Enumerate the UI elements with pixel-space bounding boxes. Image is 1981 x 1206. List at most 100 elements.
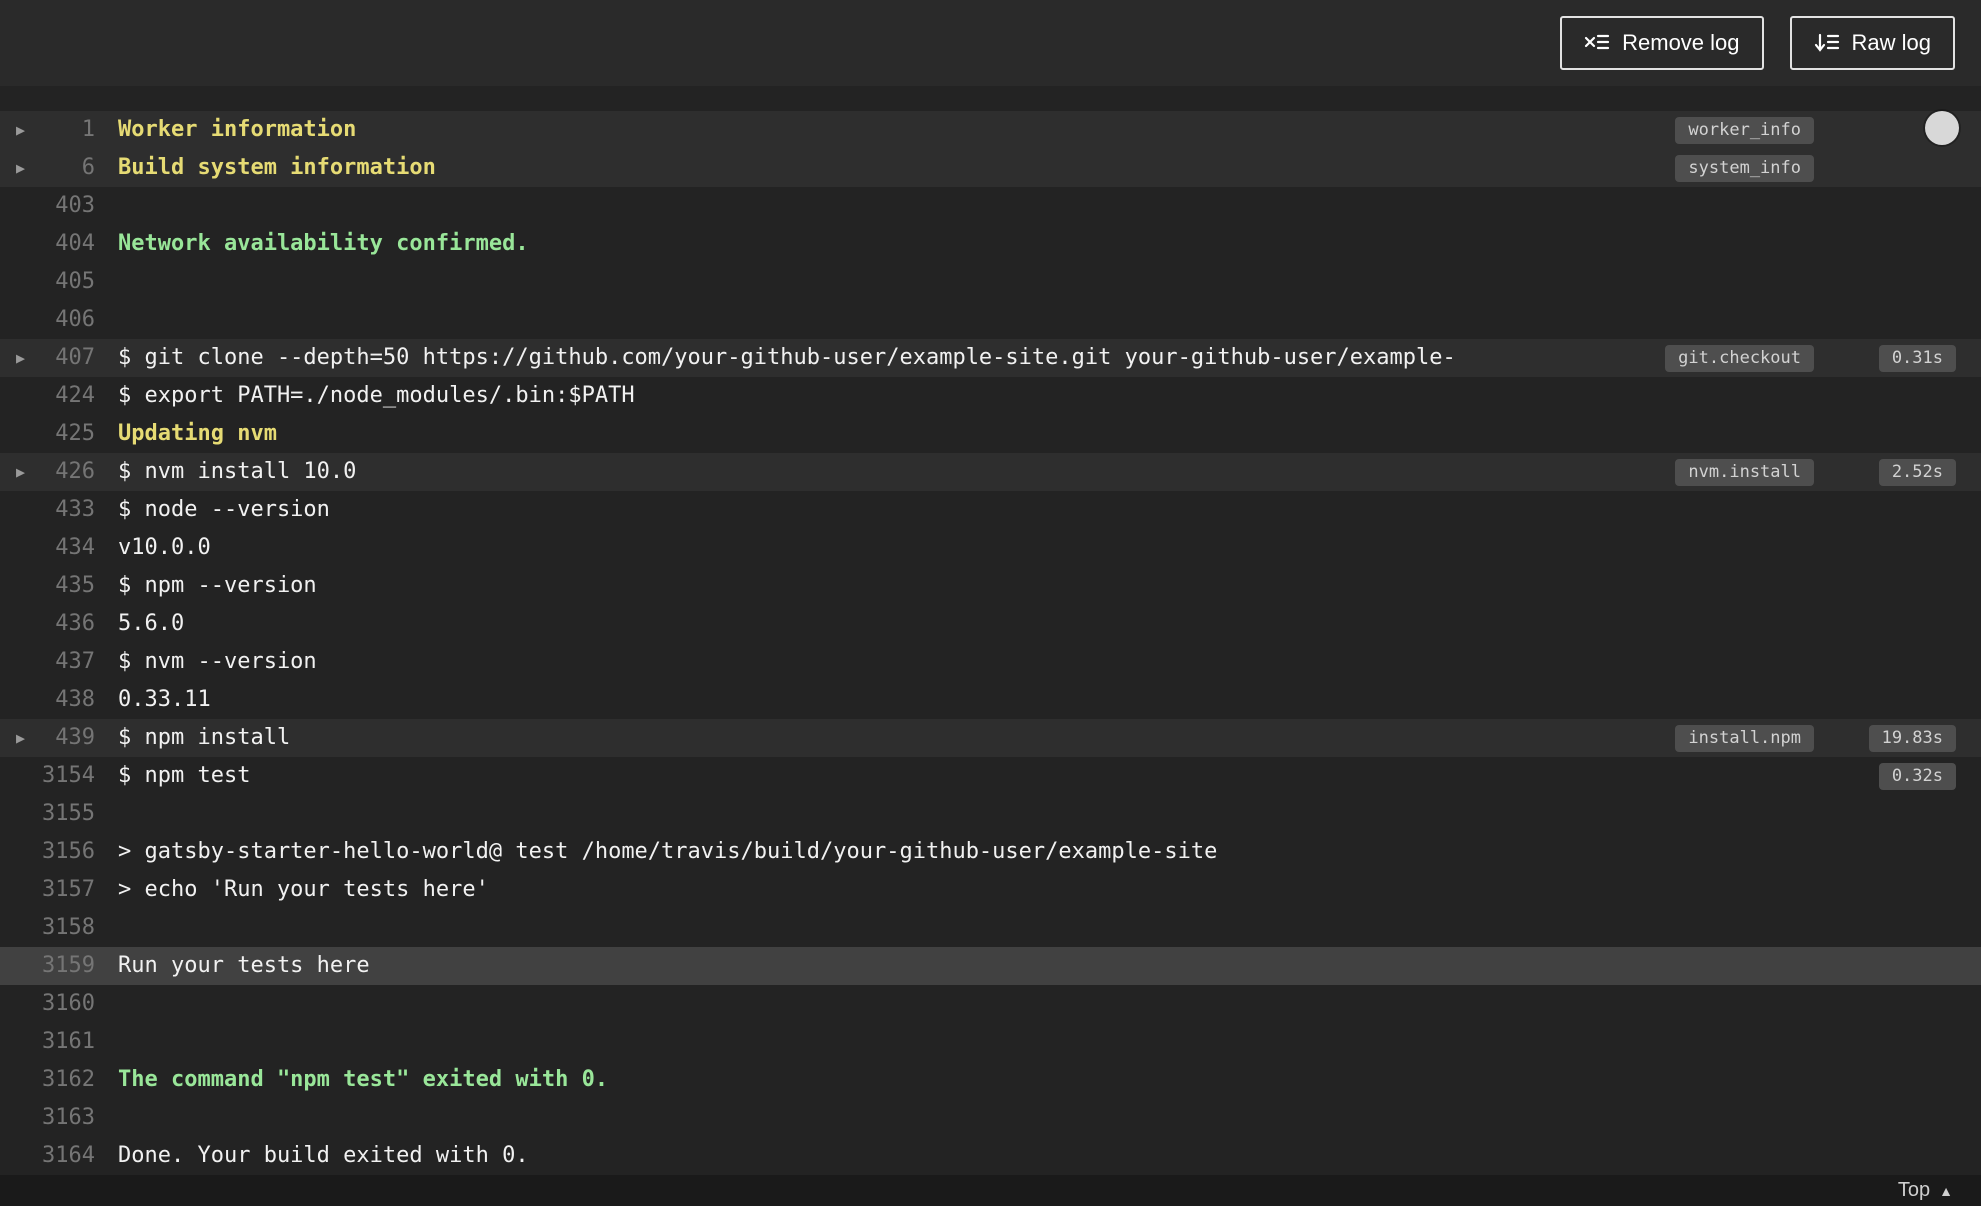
log-line: 403 <box>0 187 1981 225</box>
log-line: 438 0.33.11 <box>0 681 1981 719</box>
remove-log-button[interactable]: Remove log <box>1560 16 1764 70</box>
line-number[interactable]: 426 <box>0 453 95 491</box>
line-number[interactable]: 6 <box>0 149 95 187</box>
log-container: ▶ 1 Worker information worker_info ▶ 6 Build s… <box>0 86 1981 1175</box>
line-number[interactable]: 406 <box>0 301 95 339</box>
log-line: 435 $ npm --version <box>0 567 1981 605</box>
log-line: 436 5.6.0 <box>0 605 1981 643</box>
log-line: 3156 > gatsby-starter-hello-world@ test /… <box>0 833 1981 871</box>
log-line: ▶ 6 Build system information system_info <box>0 149 1981 187</box>
log-line: 3160 <box>0 985 1981 1023</box>
log-line: 433 $ node --version <box>0 491 1981 529</box>
fold-toggle-icon[interactable]: ▶ <box>16 339 25 377</box>
log-line: 405 <box>0 263 1981 301</box>
log-text: $ npm --version <box>118 573 317 598</box>
remove-log-icon <box>1584 32 1610 54</box>
line-number[interactable]: 407 <box>0 339 95 377</box>
line-number[interactable]: 424 <box>0 377 95 415</box>
fold-tag-badge: worker_info <box>1675 117 1814 144</box>
log-text: Done. Your build exited with 0. <box>118 1143 529 1168</box>
line-number[interactable]: 435 <box>0 567 95 605</box>
log-text: Network availability confirmed. <box>118 231 529 256</box>
line-number[interactable]: 433 <box>0 491 95 529</box>
log-text: > gatsby-starter-hello-world@ test /home… <box>118 839 1218 864</box>
line-number[interactable]: 3157 <box>0 871 95 909</box>
footer-bar: Top ▲ <box>0 1175 1981 1206</box>
log-line: 3164 Done. Your build exited with 0. <box>0 1137 1981 1175</box>
log-text: Worker information <box>118 117 357 142</box>
log-text: $ nvm --version <box>118 649 317 674</box>
line-number[interactable]: 439 <box>0 719 95 757</box>
log-text: 5.6.0 <box>118 611 185 636</box>
fold-toggle-icon[interactable]: ▶ <box>16 453 25 491</box>
log-line: 434 v10.0.0 <box>0 529 1981 567</box>
line-number[interactable]: 3162 <box>0 1061 95 1099</box>
log-line: ▶ 407 $ git clone --depth=50 https://githu… <box>0 339 1981 377</box>
line-number[interactable]: 404 <box>0 225 95 263</box>
toolbar: Remove log Raw log <box>0 0 1981 86</box>
log-line: 425 Updating nvm <box>0 415 1981 453</box>
fold-tag-badge: install.npm <box>1675 725 1814 752</box>
fold-toggle-icon[interactable]: ▶ <box>16 719 25 757</box>
remove-log-label: Remove log <box>1622 30 1740 55</box>
fold-tag-badge: nvm.install <box>1675 459 1814 486</box>
line-number[interactable]: 3160 <box>0 985 95 1023</box>
log-line: 3161 <box>0 1023 1981 1061</box>
line-number[interactable]: 438 <box>0 681 95 719</box>
duration-badge: 2.52s <box>1878 459 1956 486</box>
log-line: ▶ 1 Worker information worker_info <box>0 111 1981 149</box>
line-number[interactable]: 3163 <box>0 1099 95 1137</box>
log-line: ▶ 439 $ npm install install.npm 19.83s <box>0 719 1981 757</box>
log-text: $ git clone --depth=50 https://github.co… <box>118 345 1456 370</box>
raw-log-icon <box>1814 32 1840 54</box>
line-number[interactable]: 3159 <box>0 947 95 985</box>
fold-toggle-icon[interactable]: ▶ <box>16 149 25 187</box>
log-text: Build system information <box>118 155 436 180</box>
top-link[interactable]: Top ▲ <box>1898 1179 1953 1202</box>
line-number[interactable]: 437 <box>0 643 95 681</box>
log-text: 0.33.11 <box>118 687 211 712</box>
log-line: 3163 <box>0 1099 1981 1137</box>
line-number[interactable]: 3161 <box>0 1023 95 1061</box>
log-line: ▶ 426 $ nvm install 10.0 nvm.install 2.52s <box>0 453 1981 491</box>
duration-badge: 0.31s <box>1878 345 1956 372</box>
fold-toggle-icon[interactable]: ▶ <box>16 111 25 149</box>
log-text: v10.0.0 <box>118 535 211 560</box>
line-number[interactable]: 1 <box>0 111 95 149</box>
log-text: Updating nvm <box>118 421 277 446</box>
log-text: $ npm test <box>118 763 251 788</box>
log-text: $ node --version <box>118 497 330 522</box>
log-line: 404 Network availability confirmed. <box>0 225 1981 263</box>
line-number[interactable]: 3158 <box>0 909 95 947</box>
log-line: 3162 The command "npm test" exited with 0… <box>0 1061 1981 1099</box>
log-line: 406 <box>0 301 1981 339</box>
top-link-label: Top <box>1897 1179 1931 1201</box>
duration-badge: 19.83s <box>1868 725 1956 752</box>
caret-up-icon: ▲ <box>1939 1182 1953 1199</box>
fold-tag-badge: system_info <box>1675 155 1814 182</box>
log-lines: ▶ 1 Worker information worker_info ▶ 6 Build s… <box>0 111 1981 1175</box>
scroll-indicator[interactable] <box>1925 111 1959 145</box>
log-text: $ npm install <box>118 725 291 750</box>
fold-tag-badge: git.checkout <box>1665 345 1814 372</box>
raw-log-button[interactable]: Raw log <box>1789 16 1955 70</box>
log-line: 3159 Run your tests here <box>0 947 1981 985</box>
raw-log-label: Raw log <box>1851 30 1931 55</box>
line-number[interactable]: 3154 <box>0 757 95 795</box>
log-line: 424 $ export PATH=./node_modules/.bin:$PA… <box>0 377 1981 415</box>
line-number[interactable]: 3164 <box>0 1137 95 1175</box>
log-line: 3155 <box>0 795 1981 833</box>
duration-badge: 0.32s <box>1878 763 1956 790</box>
log-line: 3158 <box>0 909 1981 947</box>
line-number[interactable]: 3156 <box>0 833 95 871</box>
line-number[interactable]: 403 <box>0 187 95 225</box>
log-text: $ nvm install 10.0 <box>118 459 357 484</box>
line-number[interactable]: 434 <box>0 529 95 567</box>
line-number[interactable]: 405 <box>0 263 95 301</box>
line-number[interactable]: 3155 <box>0 795 95 833</box>
line-number[interactable]: 425 <box>0 415 95 453</box>
log-line: 3154 $ npm test 0.32s <box>0 757 1981 795</box>
line-number[interactable]: 436 <box>0 605 95 643</box>
log-line: 3157 > echo 'Run your tests here' <box>0 871 1981 909</box>
log-line: 437 $ nvm --version <box>0 643 1981 681</box>
